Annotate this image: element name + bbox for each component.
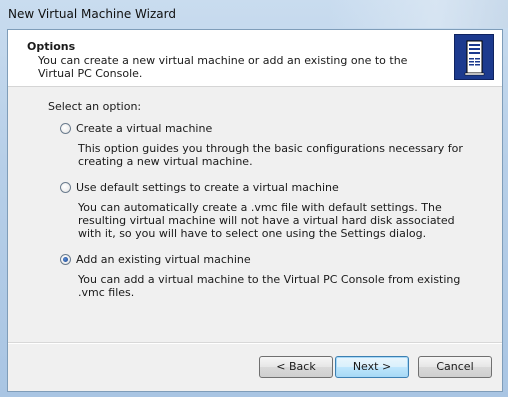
header-title: Options	[27, 40, 76, 53]
radio-add-existing-vm[interactable]	[60, 254, 71, 265]
back-button[interactable]: < Back	[259, 356, 333, 378]
radio-default-settings[interactable]	[60, 182, 71, 193]
wizard-window: New Virtual Machine Wizard Options You c…	[0, 0, 508, 397]
window-title: New Virtual Machine Wizard	[8, 7, 176, 21]
option-create-vm-description: This option guides you through the basic…	[78, 142, 463, 168]
option-create-vm[interactable]: Create a virtual machine	[60, 122, 212, 135]
option-create-vm-label: Create a virtual machine	[76, 122, 213, 135]
title-bar-glass	[328, 0, 508, 28]
header-description: You can create a new virtual machine or …	[38, 54, 408, 80]
option-default-settings-description: You can automatically create a .vmc file…	[78, 201, 455, 240]
select-option-prompt: Select an option:	[48, 100, 142, 113]
option-add-existing-vm-label: Add an existing virtual machine	[76, 253, 251, 266]
radio-create-vm[interactable]	[60, 123, 71, 134]
option-default-settings[interactable]: Use default settings to create a virtual…	[60, 181, 339, 194]
option-add-existing-vm[interactable]: Add an existing virtual machine	[60, 253, 251, 266]
button-separator	[8, 342, 502, 344]
next-button[interactable]: Next >	[335, 356, 409, 378]
title-bar[interactable]: New Virtual Machine Wizard	[0, 0, 508, 28]
wizard-client-area: Options You can create a new virtual mac…	[7, 29, 503, 392]
option-default-settings-label: Use default settings to create a virtual…	[76, 181, 339, 194]
server-icon	[454, 34, 494, 80]
option-add-existing-vm-description: You can add a virtual machine to the Vir…	[78, 273, 461, 299]
cancel-button[interactable]: Cancel	[418, 356, 492, 378]
wizard-header: Options You can create a new virtual mac…	[8, 30, 502, 87]
